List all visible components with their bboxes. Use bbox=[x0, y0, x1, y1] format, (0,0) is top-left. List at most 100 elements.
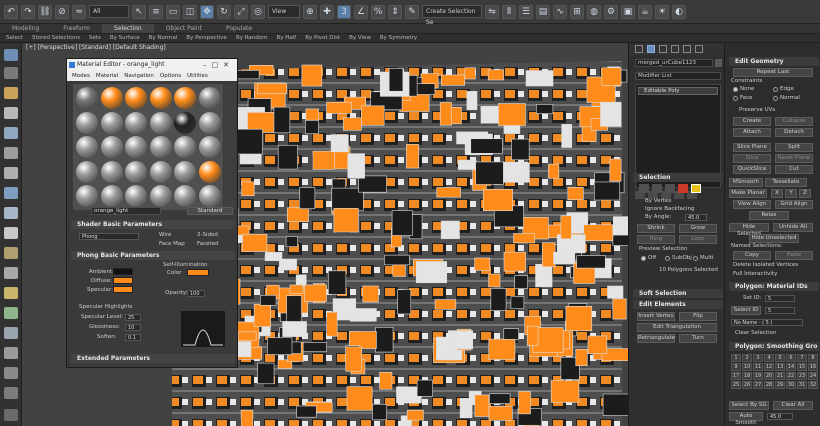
material-sample-slot[interactable] bbox=[149, 87, 172, 109]
full-interactivity-checkbox[interactable]: Full Interactivity bbox=[733, 270, 777, 278]
light-icon[interactable] bbox=[4, 287, 18, 299]
paste-button[interactable]: Paste bbox=[775, 251, 813, 260]
glossiness-field[interactable]: 10 bbox=[125, 324, 141, 331]
material-sample-slot[interactable] bbox=[76, 185, 98, 207]
menu-modes[interactable]: Modes bbox=[72, 71, 90, 81]
smoothing-group-button[interactable]: 17 bbox=[731, 372, 741, 380]
layer-icon[interactable] bbox=[4, 67, 18, 79]
attach-button[interactable]: Attach bbox=[733, 128, 771, 137]
material-editor-icon[interactable]: ◍ bbox=[587, 4, 601, 19]
material-sample-slot[interactable] bbox=[198, 160, 221, 183]
hide-selected-button[interactable]: Hide Selected bbox=[729, 223, 769, 237]
object-color-swatch[interactable] bbox=[715, 59, 722, 67]
render-iterative-icon[interactable]: ☀ bbox=[655, 4, 669, 19]
cut-button[interactable]: Cut bbox=[775, 165, 813, 174]
ribbon-item-by-random[interactable]: By Random bbox=[236, 34, 268, 42]
collapse-button[interactable]: Collapse bbox=[775, 117, 813, 126]
selection-rollout[interactable]: Selection bbox=[633, 173, 723, 182]
smoothing-group-button[interactable]: 23 bbox=[797, 372, 807, 380]
make-planar-button[interactable]: Make Planar bbox=[729, 189, 767, 198]
smoothing-group-button[interactable]: 7 bbox=[797, 354, 807, 362]
set-id-field[interactable]: 5 bbox=[765, 295, 795, 302]
mirror-icon[interactable]: ⇋ bbox=[485, 4, 499, 19]
smoothing-group-button[interactable]: 27 bbox=[753, 381, 763, 389]
planar-x-button[interactable]: X bbox=[771, 189, 783, 198]
material-name-dropdown[interactable]: No Name - ( 5 ) bbox=[731, 319, 803, 326]
utilities-tab-icon[interactable] bbox=[695, 45, 703, 53]
loop-button[interactable]: Loop bbox=[679, 235, 717, 244]
material-sample-slot[interactable] bbox=[198, 87, 221, 109]
modifier-list-dropdown[interactable]: Modifier List bbox=[635, 72, 721, 80]
smoothing-group-button[interactable]: 3 bbox=[753, 354, 763, 362]
render-production-icon[interactable]: ☕ bbox=[638, 4, 652, 19]
window-controls[interactable]: –□✕ bbox=[203, 59, 234, 71]
ribbon-item-by-half[interactable]: By Half bbox=[277, 34, 297, 42]
material-type-button[interactable]: Standard bbox=[187, 207, 233, 215]
material-sample-slot[interactable] bbox=[76, 136, 98, 158]
specular-level-field[interactable]: 25 bbox=[125, 314, 141, 321]
constraint-edge-radio[interactable] bbox=[773, 87, 778, 92]
material-sample-slot[interactable] bbox=[100, 160, 123, 183]
torus-icon[interactable] bbox=[4, 167, 18, 179]
percent-snap-icon[interactable]: % bbox=[371, 4, 385, 19]
insert-vertex-button[interactable]: Insert Vertex bbox=[637, 312, 675, 321]
turn-button[interactable]: Turn bbox=[679, 334, 717, 343]
ribbon-item-by-surface[interactable]: By Surface bbox=[110, 34, 140, 42]
material-sample-slot[interactable] bbox=[149, 185, 172, 207]
preview-multi-radio[interactable] bbox=[693, 256, 698, 261]
smoothing-group-button[interactable]: 1 bbox=[731, 354, 741, 362]
curve-editor-icon[interactable]: ∿ bbox=[553, 4, 567, 19]
material-sample-slot[interactable] bbox=[149, 160, 172, 183]
face-map-checkbox[interactable]: Face Map bbox=[159, 240, 185, 248]
snaps-toggle-icon[interactable]: 3 bbox=[337, 4, 351, 19]
element-level-icon[interactable] bbox=[691, 184, 701, 193]
schematic-view-icon[interactable]: ⊞ bbox=[570, 4, 584, 19]
reset-plane-button[interactable]: Reset Plane bbox=[775, 154, 813, 163]
material-sample-slot[interactable] bbox=[174, 111, 196, 134]
select-id-field[interactable]: 5 bbox=[765, 307, 795, 314]
place-icon[interactable]: ◎ bbox=[251, 4, 265, 19]
smoothing-group-button[interactable]: 32 bbox=[808, 381, 818, 389]
edit-elements-rollout[interactable]: Edit Elements bbox=[633, 300, 723, 309]
soft-selection-rollout[interactable]: Soft Selection bbox=[633, 289, 723, 298]
angle-snap-icon[interactable]: ∠ bbox=[354, 4, 368, 19]
self-illum-color-swatch[interactable] bbox=[187, 269, 209, 276]
layer-explorer-icon[interactable]: ☰ bbox=[519, 4, 533, 19]
tab-populate[interactable]: Populate bbox=[214, 24, 264, 33]
pyramid-icon[interactable] bbox=[4, 247, 18, 259]
helper-icon[interactable] bbox=[4, 347, 18, 359]
select-by-sg-button[interactable]: Select By SG bbox=[729, 401, 769, 410]
rectangular-selection-icon[interactable]: ▭ bbox=[166, 4, 180, 19]
window-crossing-icon[interactable]: ◫ bbox=[183, 4, 197, 19]
named-selection-dropdown[interactable]: Create Selection Se bbox=[422, 5, 482, 26]
ribbon-item-stored-selections[interactable]: Stored Selections bbox=[32, 34, 80, 42]
camera-icon[interactable] bbox=[4, 327, 18, 339]
smoothing-group-button[interactable]: 22 bbox=[786, 372, 796, 380]
menu-options[interactable]: Options bbox=[160, 71, 181, 81]
smoothing-group-button[interactable]: 5 bbox=[775, 354, 785, 362]
sphere-icon[interactable] bbox=[4, 107, 18, 119]
material-sample-slot[interactable] bbox=[100, 111, 123, 134]
retriangulate-button[interactable]: Retriangulate bbox=[637, 334, 675, 343]
material-sample-slot[interactable] bbox=[76, 160, 98, 183]
phong-basic-rollout[interactable]: Phong Basic Parameters bbox=[71, 251, 235, 260]
select-object-icon[interactable]: ↖ bbox=[132, 4, 146, 19]
foliage-icon[interactable] bbox=[4, 307, 18, 319]
tab-object-paint[interactable]: Object Paint bbox=[154, 24, 214, 33]
material-ids-rollout[interactable]: Polygon: Material IDs bbox=[729, 282, 819, 291]
delete-isolated-checkbox[interactable]: Delete Isolated Vertices bbox=[733, 261, 798, 269]
grid-align-button[interactable]: Grid Align bbox=[775, 200, 813, 209]
edit-triangulation-button[interactable]: Edit Triangulation bbox=[637, 323, 717, 332]
preview-off-radio[interactable] bbox=[641, 256, 646, 261]
smoothing-group-button[interactable]: 28 bbox=[764, 381, 774, 389]
material-sample-slot[interactable] bbox=[125, 136, 147, 158]
border-level-icon[interactable] bbox=[665, 184, 675, 193]
relax-button[interactable]: Relax bbox=[749, 211, 789, 220]
create-tab-icon[interactable] bbox=[635, 45, 643, 53]
by-angle-checkbox[interactable]: By Angle: bbox=[645, 213, 671, 221]
clear-all-button[interactable]: Clear All bbox=[773, 401, 813, 410]
by-angle-field[interactable]: 45.0 bbox=[685, 214, 707, 221]
material-sample-slot[interactable] bbox=[198, 136, 221, 158]
constraint-face-radio[interactable] bbox=[733, 96, 738, 101]
material-sample-slot[interactable] bbox=[174, 185, 196, 207]
